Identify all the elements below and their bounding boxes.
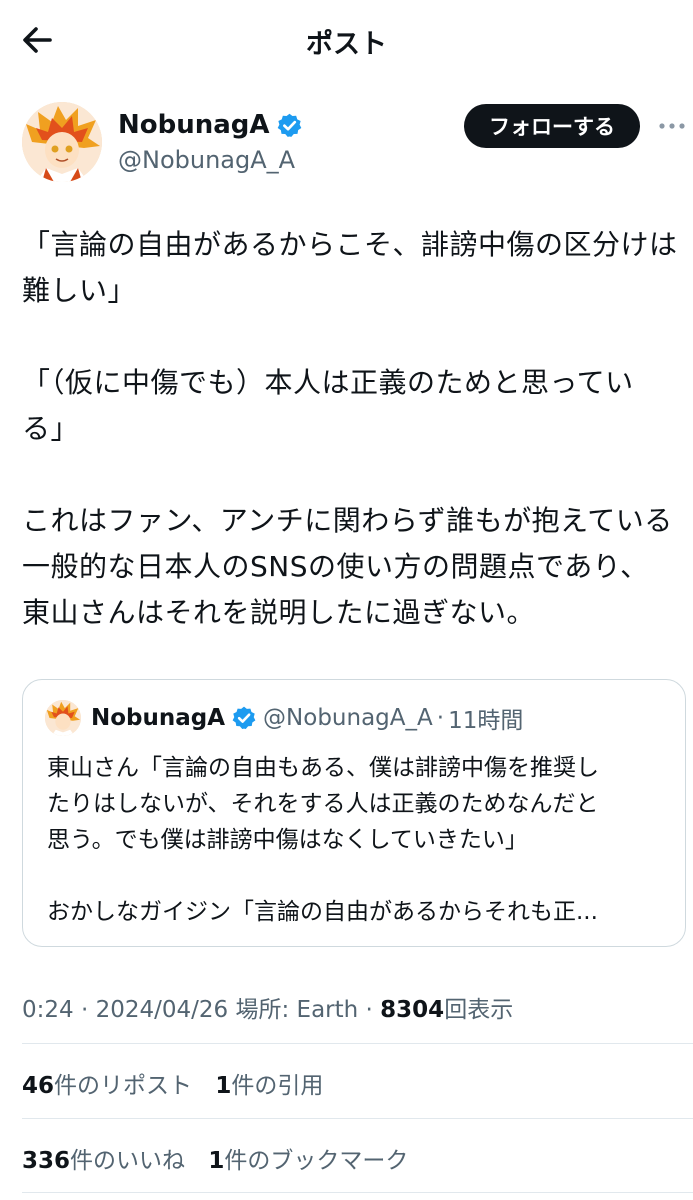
verified-badge-icon	[277, 113, 301, 137]
quoted-post-body: 東山さん「言論の自由もある、僕は誹謗中傷を推奨し たりはしないが、それをする人は…	[47, 750, 667, 930]
reposts-label: 件のリポスト	[54, 1073, 193, 1099]
view-count: 8304	[380, 997, 445, 1023]
separator-dot: ·	[436, 705, 445, 731]
post-meta: 0:24 · 2024/04/26 場所: Earth · 8304回表示	[22, 990, 513, 1024]
post-line: 東山さんはそれを説明したに過ぎない。	[22, 596, 536, 629]
post-date: 2024/04/26	[95, 997, 229, 1023]
stats-row-reposts: 46件のリポスト 1件の引用	[22, 1066, 339, 1100]
author-name[interactable]: NobunagA	[118, 110, 270, 140]
quoted-post-header: NobunagA @NobunagA_A · 11時間	[45, 700, 523, 736]
likes-label: 件のいいね	[70, 1148, 186, 1174]
verified-badge-icon	[232, 706, 256, 729]
avatar[interactable]	[22, 102, 102, 182]
separator-dot: ·	[365, 997, 373, 1023]
reposts-count: 46	[22, 1073, 55, 1099]
post-line: る」	[22, 412, 80, 445]
quoted-author-name: NobunagA	[91, 705, 226, 731]
author-handle[interactable]: @NobunagA_A	[118, 146, 295, 174]
divider	[22, 1192, 693, 1193]
bookmarks-label: 件のブックマーク	[224, 1148, 409, 1174]
post-line: 「言論の自由があるからこそ、誹謗中傷の区分けは	[22, 228, 678, 261]
quoted-line-truncated: おかしなガイジン「言論の自由があるからそれも正...	[47, 899, 598, 925]
post-time: 0:24	[22, 997, 74, 1023]
bookmarks-count: 1	[208, 1148, 225, 1174]
post-line: これはファン、アンチに関わらず誰もが抱えている	[22, 504, 673, 537]
more-icon[interactable]	[658, 116, 686, 136]
quoted-line: たりはしないが、それをする人は正義のためなんだと	[47, 791, 599, 817]
quotes-stat[interactable]: 1件の引用	[215, 1073, 323, 1099]
quoted-post-time: 11時間	[448, 708, 524, 734]
post-line: 一般的な日本人のSNSの使い方の問題点であり、	[22, 550, 649, 583]
author-name-row: NobunagA	[118, 110, 303, 140]
quotes-count: 1	[215, 1073, 232, 1099]
post-line: 「（仮に中傷でも）本人は正義のためと思ってい	[22, 366, 634, 399]
stats-row-likes: 336件のいいね 1件のブックマーク	[22, 1141, 424, 1175]
quoted-post-card[interactable]: NobunagA @NobunagA_A · 11時間 東山さん「言論の自由もあ…	[22, 679, 686, 947]
reposts-stat[interactable]: 46件のリポスト	[22, 1073, 192, 1099]
post-body: 「言論の自由があるからこそ、誹謗中傷の区分けは 難しい」 「（仮に中傷でも）本人…	[22, 222, 682, 636]
separator-dot: ·	[80, 997, 89, 1023]
page-title: ポスト	[306, 29, 387, 60]
view-count-label: 回表示	[444, 997, 514, 1023]
quoted-avatar	[45, 700, 81, 736]
likes-stat[interactable]: 336件のいいね	[22, 1148, 185, 1174]
quoted-line: 東山さん「言論の自由もある、僕は誹謗中傷を推奨し	[47, 755, 599, 781]
quoted-line: 思う。でも僕は誹謗中傷はなくしていきたい」	[47, 827, 528, 853]
top-bar: ポスト	[0, 0, 693, 80]
quoted-author-handle: @NobunagA_A	[263, 705, 433, 731]
quotes-label: 件の引用	[231, 1073, 324, 1099]
likes-count: 336	[22, 1148, 71, 1174]
bookmarks-stat[interactable]: 1件のブックマーク	[208, 1148, 408, 1174]
author-row: NobunagA @NobunagA_A フォローする	[22, 102, 685, 184]
post-line: 難しい」	[22, 274, 137, 307]
divider	[22, 1043, 693, 1044]
follow-button[interactable]: フォローする	[464, 104, 640, 148]
post-location: 場所: Earth	[235, 997, 359, 1023]
divider	[22, 1118, 693, 1119]
